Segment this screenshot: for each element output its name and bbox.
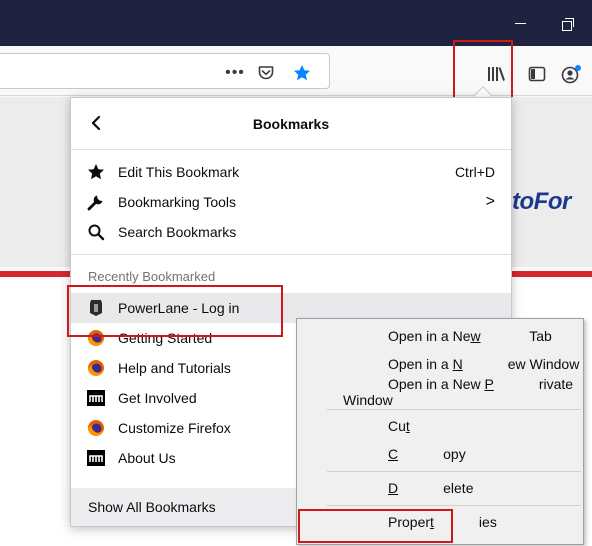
menu-text: Proper bbox=[388, 514, 431, 530]
item-shortcut: Ctrl+D bbox=[454, 164, 495, 180]
bookmark-star-icon[interactable] bbox=[293, 64, 311, 82]
firefox-icon bbox=[87, 329, 105, 347]
panel-header: Bookmarks bbox=[71, 98, 511, 150]
powerlane-favicon bbox=[87, 299, 105, 317]
menu-text: ew Window bbox=[507, 356, 580, 372]
menu-text: Tab bbox=[525, 328, 552, 344]
item-label: PowerLane - Log in bbox=[118, 300, 240, 316]
back-button[interactable] bbox=[87, 112, 107, 134]
menu-text: elete bbox=[443, 480, 474, 496]
delete-item[interactable]: Delete bbox=[298, 475, 582, 501]
item-label: Customize Firefox bbox=[118, 420, 231, 436]
item-label: Edit This Bookmark bbox=[118, 164, 240, 180]
url-bar[interactable]: ••• bbox=[0, 53, 330, 89]
recently-bookmarked-label: Recently Bookmarked bbox=[88, 269, 216, 284]
item-label: Search Bookmarks bbox=[118, 224, 237, 240]
account-icon[interactable] bbox=[560, 62, 584, 86]
menu-text: Cu bbox=[388, 418, 406, 434]
menu-text: ies bbox=[478, 514, 497, 530]
item-label: Bookmarking Tools bbox=[118, 194, 237, 210]
restore-button[interactable] bbox=[544, 0, 590, 46]
mozilla-icon bbox=[87, 449, 105, 467]
access-key: C bbox=[388, 446, 399, 462]
access-key: t bbox=[430, 514, 434, 530]
chevron-right-icon: > bbox=[485, 193, 495, 210]
access-key: D bbox=[388, 480, 399, 496]
mozilla-icon bbox=[87, 389, 105, 407]
cut-item[interactable]: Cut bbox=[298, 413, 582, 439]
pocket-icon[interactable] bbox=[257, 64, 275, 82]
search-bookmarks-item[interactable]: Search Bookmarks bbox=[71, 217, 511, 247]
firefox-icon bbox=[87, 359, 105, 377]
bookmarking-tools-item[interactable]: Bookmarking Tools > bbox=[71, 187, 511, 217]
open-in-new-window-item[interactable]: Open in a New Window bbox=[298, 351, 582, 377]
item-label: About Us bbox=[118, 450, 176, 466]
menu-separator bbox=[327, 409, 581, 410]
star-icon bbox=[87, 163, 105, 181]
bookmark-context-menu: Open in a New Tab Open in a New Window O… bbox=[296, 318, 584, 545]
menu-separator bbox=[327, 471, 581, 472]
footer-label: Show All Bookmarks bbox=[88, 499, 216, 515]
panel-separator bbox=[71, 254, 511, 255]
panel-title: Bookmarks bbox=[252, 115, 330, 132]
item-label: Get Involved bbox=[118, 390, 197, 406]
menu-text: Open in a New bbox=[388, 376, 485, 392]
access-key: N bbox=[452, 356, 463, 372]
library-icon[interactable] bbox=[484, 62, 508, 86]
sidebar-icon[interactable] bbox=[525, 62, 549, 86]
title-bar bbox=[0, 0, 592, 46]
meatball-menu-icon[interactable]: ••• bbox=[225, 64, 244, 82]
item-label: Getting Started bbox=[118, 330, 213, 346]
access-key: t bbox=[405, 418, 410, 434]
menu-text: opy bbox=[443, 446, 466, 462]
page-logo: toFor bbox=[512, 188, 571, 215]
access-key: P bbox=[484, 376, 494, 392]
minimize-button[interactable] bbox=[497, 0, 543, 46]
access-key: w bbox=[470, 328, 481, 344]
copy-item[interactable]: Copy bbox=[298, 441, 582, 467]
properties-item[interactable]: Propert ies bbox=[298, 509, 582, 535]
search-icon bbox=[87, 223, 105, 241]
menu-text: Open in a bbox=[388, 356, 453, 372]
item-label: Help and Tutorials bbox=[118, 360, 231, 376]
wrench-icon bbox=[87, 193, 105, 211]
firefox-icon bbox=[87, 419, 105, 437]
open-in-new-tab-item[interactable]: Open in a New Tab bbox=[298, 323, 582, 349]
open-in-private-window-item[interactable]: Open in a New Private Window bbox=[298, 376, 582, 408]
restore-icon bbox=[561, 17, 574, 31]
menu-separator bbox=[327, 505, 581, 506]
edit-this-bookmark-item[interactable]: Edit This Bookmark Ctrl+D bbox=[71, 157, 511, 187]
menu-text: Open in a Ne bbox=[388, 328, 471, 344]
